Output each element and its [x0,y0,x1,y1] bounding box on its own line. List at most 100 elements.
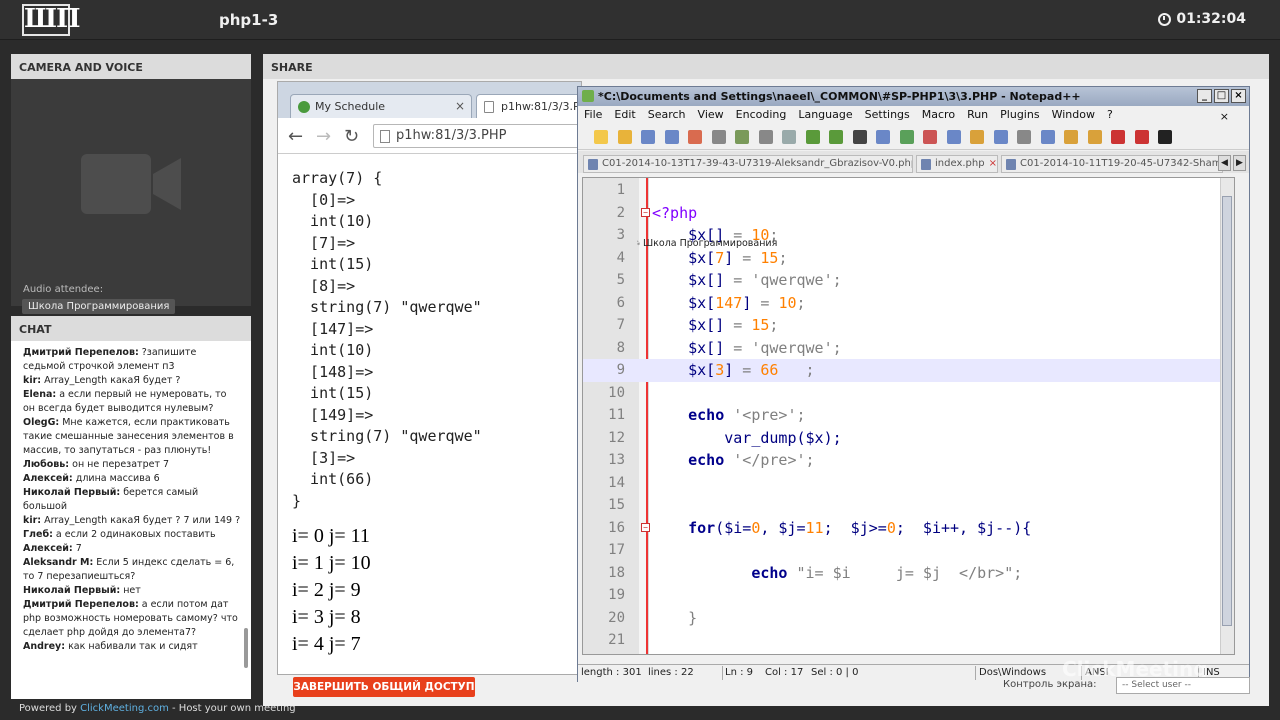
npp-menu-item[interactable]: Edit [614,106,641,124]
line-number: 18 [608,564,625,581]
zoom-out-icon[interactable] [923,130,937,144]
close-icon[interactable] [688,130,702,144]
cut-icon[interactable] [735,130,749,144]
page-icon [380,130,390,143]
editor-scrollbar[interactable] [1220,178,1234,654]
panel-icon[interactable] [1087,130,1102,144]
code-line[interactable]: 13 echo '</pre>'; [583,449,1228,472]
code-line[interactable]: 21 [583,629,1228,652]
tab-close-icon[interactable]: × [989,158,997,169]
code-line[interactable]: 11 echo '<pre>'; [583,404,1228,427]
document-icon [921,159,931,170]
npp-menu-item[interactable]: File [584,106,608,124]
code-line[interactable]: 7 $x[] = 15; [583,314,1228,337]
guide-icon[interactable] [1040,130,1055,144]
code-line[interactable]: 15 [583,494,1228,517]
fold-toggle-icon[interactable]: − [641,522,650,532]
stop-sharing-button[interactable]: ЗАВЕРШИТЬ ОБЩИЙ ДОСТУП [293,677,475,697]
line-number: 12 [608,429,625,446]
code-line[interactable]: 16 for($i=0, $j=11; $j>=0; $i++, $j--){− [583,517,1228,540]
scroll-thumb[interactable] [1222,196,1232,626]
fold-icon[interactable] [1064,130,1078,144]
reload-icon[interactable]: ↻ [344,126,359,147]
chat-scrollbar[interactable] [244,628,248,668]
whitespace-icon[interactable] [1017,130,1031,144]
paste-icon[interactable] [782,130,796,144]
code-line[interactable]: 4 $x[7] = 15; [583,247,1228,270]
cursor-tooltip: Школа Программирования [643,238,778,249]
tab-scroll-right-icon[interactable]: ▶ [1233,155,1246,171]
line-number: 21 [608,632,625,648]
code-line[interactable]: 2 <?php − [583,202,1228,225]
npp-tab-index[interactable]: index.php × [916,155,998,173]
indent-icon[interactable] [993,130,1008,144]
npp-menu-item[interactable]: Search [648,106,692,124]
status-line: Ln : 9 [725,667,753,678]
code-line[interactable]: 18 echo "i= $i j= $j </br>"; [583,562,1228,585]
chat-message: Николай Первый: нет [23,584,241,598]
npp-menu-item[interactable]: Language [798,106,858,124]
code-line[interactable]: 14 [583,472,1228,495]
code-line[interactable]: 12 var_dump($x); [583,427,1228,450]
browser-tab-my-schedule[interactable]: My Schedule × [290,94,472,118]
minimize-button[interactable]: _ [1197,89,1212,103]
forward-arrow-icon[interactable]: → [316,126,331,147]
save-icon[interactable] [641,130,655,144]
open-file-icon[interactable] [617,130,632,144]
window-controls: _ □ × [1197,89,1246,103]
maximize-button[interactable]: □ [1214,89,1229,103]
new-file-icon[interactable] [594,130,608,144]
npp-menu-item[interactable]: Plugins [1000,106,1045,124]
room-title: php1-3 [219,11,279,29]
code-line[interactable]: 9 $x[3] = 66 ; [583,359,1228,382]
fold-toggle-icon[interactable]: − [641,207,650,217]
npp-toolbar [578,124,1249,150]
npp-tab-aleksandr[interactable]: C01-2014-10-13T17-39-43-U7319-Aleksandr_… [583,155,913,173]
code-line[interactable]: 8 $x[] = 'qwerqwe'; [583,337,1228,360]
sync-icon[interactable] [946,130,961,144]
browser-tab-active[interactable]: p1hw:81/3/3.PH [476,94,581,118]
record-macro-icon[interactable] [1111,130,1125,144]
chat-panel-header: CHAT [11,316,251,341]
close-button[interactable]: × [1231,89,1246,103]
line-number: 13 [608,452,625,468]
npp-menu-item[interactable]: Encoding [736,106,793,124]
close-icon[interactable]: × [455,99,465,113]
npp-tab-shamil[interactable]: C01-2014-10-11T19-20-45-U7342-Shamil [1001,155,1223,173]
copy-icon[interactable] [758,130,773,144]
select-user-dropdown[interactable]: -- Select user -- [1116,677,1250,694]
play-macro-icon[interactable] [1158,130,1172,144]
chat-message-author: Николай Первый: [23,585,121,596]
npp-menu-item[interactable]: Macro [922,106,961,124]
npp-menu-item[interactable]: ? [1107,106,1119,124]
undo-icon[interactable] [805,130,820,144]
address-bar[interactable]: p1hw:81/3/3.PHP [373,124,581,148]
code-line[interactable]: 10 [583,382,1228,405]
stop-macro-icon[interactable] [1134,130,1149,144]
close-document-icon[interactable]: × [1220,108,1235,123]
wrap-icon[interactable] [970,130,984,144]
print-icon[interactable] [711,130,726,144]
line-number: 5 [616,272,625,288]
npp-menu-item[interactable]: Window [1052,106,1101,124]
save-all-icon[interactable] [664,130,679,144]
code-line[interactable]: 19 [583,584,1228,607]
code-line[interactable]: 6 $x[147] = 10; [583,292,1228,315]
zoom-in-icon[interactable] [899,130,914,144]
code-line[interactable]: 1 [583,179,1228,202]
chat-messages[interactable]: Дмитрий Перепелов: ?запишите седьмой стр… [11,341,251,699]
replace-icon[interactable] [876,130,890,144]
tab-scroll-left-icon[interactable]: ◀ [1218,155,1231,171]
npp-menu-item[interactable]: Settings [865,106,916,124]
redo-icon[interactable] [829,130,843,144]
find-icon[interactable] [852,130,867,144]
chat-message-author: Любовь: [23,459,70,470]
code-line[interactable]: 20 } [583,607,1228,630]
npp-menu-item[interactable]: Run [967,106,994,124]
back-arrow-icon[interactable]: ← [288,126,303,147]
npp-menu-item[interactable]: View [698,106,730,124]
code-line[interactable]: 5 $x[] = 'qwerqwe'; [583,269,1228,292]
chat-panel: CHAT Дмитрий Перепелов: ?запишите седьмо… [11,316,251,699]
footer-brand-link[interactable]: ClickMeeting.com [80,703,169,714]
code-line[interactable]: 17 [583,539,1228,562]
